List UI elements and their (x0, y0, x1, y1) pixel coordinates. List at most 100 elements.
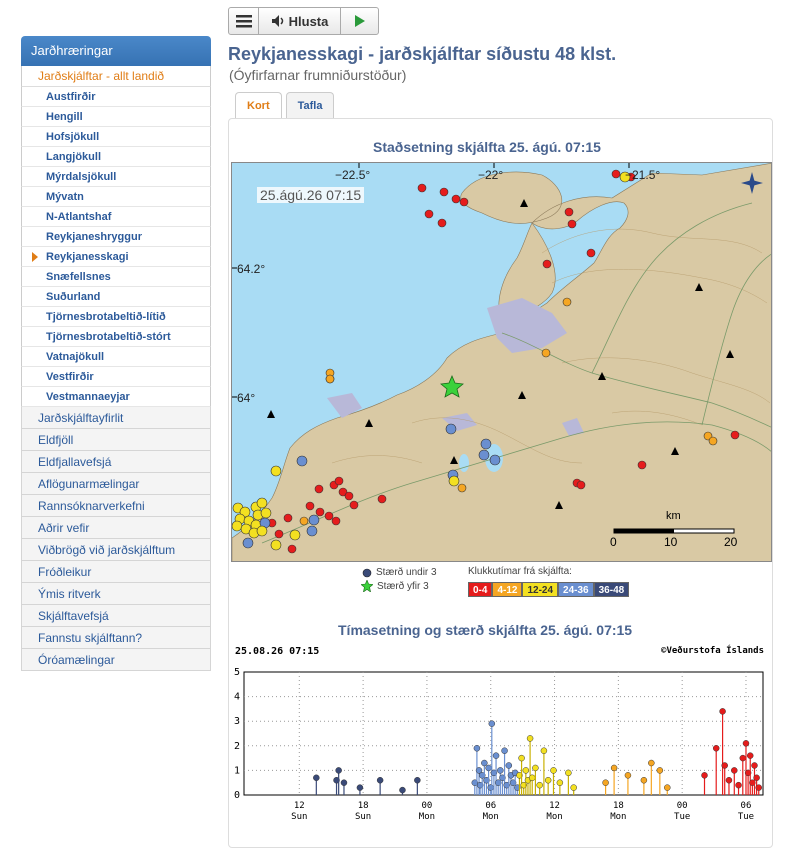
quake-point (532, 764, 539, 772)
map-graphic (232, 163, 771, 561)
quake-point (518, 754, 525, 762)
speaker-icon (271, 15, 283, 27)
quake-point (570, 784, 577, 791)
star-icon (361, 580, 373, 592)
lat-label: 64° (237, 391, 256, 405)
sidebar-header[interactable]: Jarðhræringar (21, 36, 211, 66)
y-tick-label: 0 (234, 790, 240, 801)
legend-small: Stærð undir 3 (362, 567, 437, 578)
tab-map[interactable]: Kort (235, 92, 282, 119)
sidebar-item-8[interactable]: Reykjanesskagi (21, 247, 211, 267)
sidebar-section-8[interactable]: Ýmis ritverk (21, 583, 211, 605)
quake-point (522, 767, 530, 774)
sidebar-section-7[interactable]: Fróðleikur (21, 561, 211, 583)
sidebar-item-3[interactable]: Langjökull (21, 147, 211, 167)
sidebar-item-10[interactable]: Suðurland (21, 287, 211, 307)
sidebar-item-6[interactable]: N-Atlantshaf (21, 207, 211, 227)
sidebar-section-6[interactable]: Viðbrögð við jarðskjálftum (21, 539, 211, 561)
y-tick-label: 5 (234, 667, 240, 678)
quake-point (725, 776, 733, 784)
quake-point (473, 745, 481, 752)
chart-title: Tímasetning og stærð skjálfta 25. ágú. 0… (338, 622, 633, 638)
legend-bin-1: 4-12 (492, 582, 523, 597)
y-tick-label: 2 (234, 741, 240, 752)
chart-timestamp: 25.08.26 07:15 (235, 646, 320, 657)
sidebar-section-1[interactable]: Eldfjöll (21, 429, 211, 451)
tab-bar: Kort Tafla (235, 92, 335, 119)
play-icon (354, 15, 365, 27)
menu-button[interactable] (229, 8, 259, 34)
sidebar-item-12[interactable]: Tjörnesbrotabeltið-stórt (21, 327, 211, 347)
sidebar-section-3[interactable]: Aflögunarmælingar (21, 473, 211, 495)
y-tick-label: 1 (234, 765, 240, 776)
sidebar-section-0[interactable]: Jarðskjálftayfirlit (21, 407, 211, 429)
sidebar-section-10[interactable]: Fannstu skjálftann? (21, 627, 211, 649)
quake-point (746, 752, 754, 759)
quake-point (755, 784, 762, 791)
quake-point (536, 781, 543, 789)
quake-point (648, 759, 655, 767)
sidebar-item-14[interactable]: Vestfirðir (21, 367, 211, 387)
quake-point (602, 779, 609, 786)
sidebar-section-4[interactable]: Rannsóknarverkefni (21, 495, 211, 517)
map-timestamp: 25.ágú.26 07:15 (257, 187, 365, 203)
quake-point (624, 772, 632, 779)
quake-point (739, 754, 747, 762)
sidebar-item-0[interactable]: Austfirðir (21, 87, 211, 107)
chart-copyright: ©Veðurstofa Íslands (661, 646, 764, 656)
quake-point (751, 762, 758, 769)
sidebar-item-15[interactable]: Vestmannaeyjar (21, 387, 211, 407)
x-day-label: Sun (291, 812, 307, 822)
sidebar-current[interactable]: Jarðskjálftar - allt landið (21, 66, 211, 87)
sidebar-section-5[interactable]: Aðrir vefir (21, 517, 211, 539)
hamburger-icon (235, 15, 252, 28)
legend-bin-2: 12-24 (522, 582, 559, 597)
y-tick-label: 4 (234, 692, 240, 703)
sidebar-item-5[interactable]: Mývatn (21, 187, 211, 207)
quake-point (719, 708, 726, 715)
listen-button[interactable]: Hlusta (259, 8, 341, 34)
tab-table[interactable]: Tafla (285, 92, 335, 118)
sidebar-section-11[interactable]: Óróamælingar (21, 649, 211, 671)
quake-point (492, 752, 500, 759)
x-tick-label: 00 (677, 801, 688, 811)
x-tick-label: 00 (422, 801, 433, 811)
quake-point (487, 784, 494, 791)
quake-point (701, 772, 708, 779)
legend-small-label: Stærð undir 3 (376, 567, 437, 578)
quake-point (340, 779, 348, 786)
listen-label: Hlusta (288, 13, 329, 29)
play-button[interactable] (341, 8, 378, 34)
quake-point (376, 776, 384, 784)
quake-point (721, 762, 728, 769)
quake-point (399, 786, 406, 794)
quake-point (565, 769, 572, 777)
page-title: Reykjanesskagi - jarðskjálftar síðustu 4… (228, 44, 617, 64)
small-quake-icon (362, 568, 372, 577)
sidebar-item-2[interactable]: Hofsjökull (21, 127, 211, 147)
scale-tick: 10 (664, 535, 678, 549)
sidebar-section-2[interactable]: Eldfjallavefsjá (21, 451, 211, 473)
sidebar-item-4[interactable]: Mýrdalsjökull (21, 167, 211, 187)
x-day-label: Mon (419, 812, 435, 822)
map-legend: Stærð undir 3 Stærð yfir 3 Klukkutímar f… (360, 565, 660, 601)
sidebar-item-7[interactable]: Reykjaneshryggur (21, 227, 211, 247)
x-day-label: Tue (674, 812, 690, 822)
sidebar-item-9[interactable]: Snæfellsnes (21, 267, 211, 287)
x-tick-label: 18 (613, 801, 624, 811)
x-tick-label: 12 (294, 801, 305, 811)
x-day-label: Tue (738, 812, 754, 822)
y-tick-label: 3 (234, 716, 240, 727)
quake-point (753, 774, 760, 782)
x-tick-label: 12 (549, 801, 560, 811)
sidebar-item-1[interactable]: Hengill (21, 107, 211, 127)
quake-point (540, 747, 548, 754)
x-day-label: Sun (355, 812, 371, 822)
sidebar-item-11[interactable]: Tjörnesbrotabeltið-lítið (21, 307, 211, 327)
earthquake-map[interactable]: 25.ágú.26 07:15 −22.5° −22° −21.5° 64.2°… (231, 162, 772, 562)
lat-label: 64.2° (237, 262, 266, 276)
sidebar-section-9[interactable]: Skjálftavefsjá (21, 605, 211, 627)
quake-point (742, 740, 750, 747)
page-subtitle: (Óyfirfarnar frumniðurstöður) (229, 67, 407, 83)
sidebar-item-13[interactable]: Vatnajökull (21, 347, 211, 367)
